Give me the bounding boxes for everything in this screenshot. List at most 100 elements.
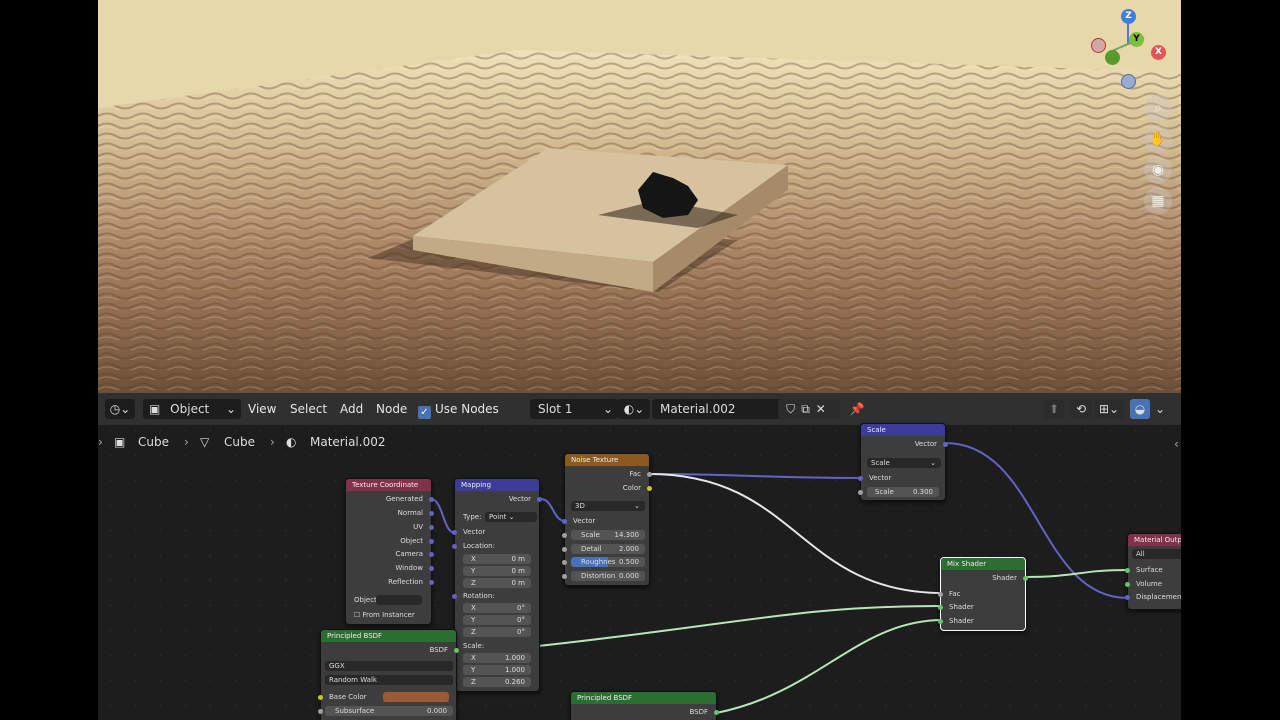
roughness-field[interactable]: Roughnes 0.500: [571, 557, 645, 567]
scale-field[interactable]: Scale 14.300: [571, 530, 645, 540]
value: 0.000: [618, 572, 639, 580]
socket[interactable]: [429, 566, 434, 571]
value: 0 m: [511, 579, 526, 587]
socket[interactable]: [429, 497, 434, 502]
axis-label: Y: [471, 567, 476, 575]
output-shader: Shader: [992, 574, 1017, 582]
value: 0 m: [511, 567, 526, 575]
socket[interactable]: [1125, 568, 1130, 573]
detail-field[interactable]: Detail 2.000: [571, 544, 645, 554]
scene-render: [98, 0, 1181, 393]
axis-neg-x[interactable]: [1091, 38, 1106, 53]
object-picker[interactable]: [376, 595, 422, 605]
node-texture-coordinate[interactable]: Texture Coordinate Generated Normal UV O…: [345, 478, 434, 625]
camera-icon[interactable]: ◉: [1144, 156, 1172, 184]
distortion-field[interactable]: Distortion 0.000: [571, 571, 645, 581]
socket[interactable]: [318, 709, 323, 714]
socket[interactable]: [562, 560, 567, 565]
scale-x[interactable]: X 1.000: [463, 653, 531, 663]
rotation-x[interactable]: X 0°: [463, 603, 531, 613]
output-vector: Vector: [914, 440, 937, 448]
socket[interactable]: [647, 486, 652, 491]
socket[interactable]: [429, 552, 434, 557]
zoom-icon[interactable]: ⌕: [1144, 94, 1172, 122]
socket[interactable]: [714, 710, 719, 715]
3d-viewport[interactable]: Z Y X: [98, 0, 1181, 393]
socket[interactable]: [938, 605, 943, 610]
socket[interactable]: [858, 476, 863, 481]
socket[interactable]: [537, 497, 542, 502]
type-dropdown[interactable]: Point ⌄: [485, 512, 537, 522]
node-mix-shader[interactable]: Mix Shader Shader Fac Shader Shader: [938, 557, 1028, 631]
node-title: Scale: [861, 424, 945, 436]
value: 0.000: [426, 707, 447, 715]
subsurface-method-dropdown[interactable]: Random Walk: [325, 675, 453, 685]
socket[interactable]: [454, 648, 459, 653]
from-instancer-toggle[interactable]: ☐ From Instancer: [346, 610, 431, 621]
socket[interactable]: [562, 574, 567, 579]
socket[interactable]: [429, 511, 434, 516]
subsurface-field[interactable]: Subsurface 0.000: [325, 706, 453, 716]
rotation-y[interactable]: Y 0°: [463, 615, 531, 625]
socket[interactable]: [938, 619, 943, 624]
dimensions-dropdown[interactable]: 3D ⌄: [571, 501, 645, 511]
scale-field[interactable]: Scale 0.300: [867, 487, 939, 497]
socket[interactable]: [938, 592, 943, 597]
distribution-dropdown[interactable]: GGX: [325, 661, 453, 671]
socket[interactable]: [858, 490, 863, 495]
value: 0.260: [504, 678, 525, 686]
node-mapping[interactable]: Mapping Vector Type: Point ⌄ Vector Loca…: [452, 478, 542, 692]
node-title: Texture Coordinate: [346, 479, 431, 491]
shader-editor[interactable]: ◷⌄ ▣ Object ⌄ View Select Add Node ✓ Use …: [98, 393, 1181, 720]
target-dropdown[interactable]: All: [1132, 549, 1181, 559]
scale-z[interactable]: Z 0.260: [463, 677, 531, 687]
axis-label: Y: [471, 616, 476, 624]
axis-z[interactable]: Z: [1121, 9, 1136, 24]
label: Scale: [581, 531, 600, 539]
axis-neg-z[interactable]: [1121, 74, 1136, 89]
axis-neg-y[interactable]: [1105, 50, 1120, 65]
node-vector-scale[interactable]: Scale Vector Scale ⌄ Vector Scale 0.300: [858, 423, 948, 501]
socket[interactable]: [1023, 576, 1028, 581]
location-x[interactable]: X 0 m: [463, 554, 531, 564]
socket[interactable]: [429, 580, 434, 585]
value: 0°: [517, 604, 525, 612]
output-bsdf: BSDF: [689, 708, 708, 716]
output-fac: Fac: [629, 470, 641, 478]
value: 0.500: [618, 558, 639, 566]
node-noise-texture[interactable]: Noise Texture Fac Color 3D ⌄ Vector Scale…: [562, 453, 652, 586]
label: Subsurface: [335, 707, 375, 715]
socket[interactable]: [318, 695, 323, 700]
location-y[interactable]: Y 0 m: [463, 566, 531, 576]
socket[interactable]: [429, 539, 434, 544]
socket[interactable]: [452, 530, 457, 535]
node-title: Principled BSDF: [571, 692, 716, 704]
scale-y[interactable]: Y 1.000: [463, 665, 531, 675]
socket[interactable]: [452, 544, 457, 549]
value: 0°: [517, 628, 525, 636]
node-principled-bsdf-2[interactable]: Principled BSDF BSDF: [570, 691, 719, 720]
socket[interactable]: [562, 547, 567, 552]
axis-y[interactable]: Y: [1129, 32, 1144, 47]
socket[interactable]: [943, 442, 948, 447]
operation-dropdown[interactable]: Scale ⌄: [867, 458, 941, 468]
node-material-output[interactable]: Material Outp All Surface Volume Displac…: [1125, 533, 1181, 610]
socket[interactable]: [429, 525, 434, 530]
label: Detail: [581, 545, 602, 553]
rotation-z[interactable]: Z 0°: [463, 627, 531, 637]
socket[interactable]: [562, 519, 567, 524]
socket[interactable]: [1125, 595, 1130, 600]
hand-icon[interactable]: ✋: [1144, 125, 1172, 153]
grid-icon[interactable]: ▦: [1144, 187, 1172, 215]
base-color-swatch[interactable]: [383, 692, 449, 702]
socket[interactable]: [452, 594, 457, 599]
axis-x[interactable]: X: [1151, 45, 1166, 60]
socket[interactable]: [1125, 582, 1130, 587]
chevron-down-icon: ⌄: [634, 502, 640, 510]
output-uv: UV: [413, 523, 423, 531]
socket[interactable]: [647, 472, 652, 477]
location-z[interactable]: Z 0 m: [463, 578, 531, 588]
axis-label: X: [471, 654, 476, 662]
node-principled-bsdf[interactable]: Principled BSDF BSDF GGX Random Walk Bas…: [318, 629, 459, 720]
socket[interactable]: [562, 533, 567, 538]
